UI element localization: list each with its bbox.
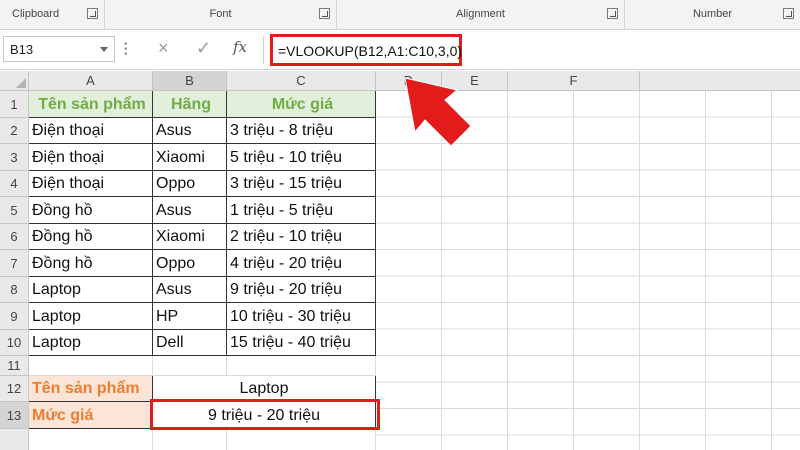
font-launcher-icon[interactable] (319, 8, 330, 19)
row-header-12[interactable]: 12 (0, 376, 29, 402)
name-box-value: B13 (10, 42, 34, 57)
number-label: Number (692, 8, 733, 20)
table-cell[interactable]: Xiaomi (153, 224, 227, 250)
table-cell[interactable]: 1 triệu - 5 triệu (227, 197, 376, 224)
table-cell[interactable]: Đồng hồ (29, 250, 153, 277)
select-all-button[interactable] (0, 71, 29, 91)
row-header-13[interactable]: 13 (0, 402, 29, 429)
table-cell[interactable]: Điện thoại (29, 171, 153, 197)
empty-cell[interactable] (227, 429, 376, 450)
row-header-1[interactable]: 1 (0, 91, 29, 118)
table-cell[interactable]: 2 triệu - 10 triệu (227, 224, 376, 250)
clipboard-label: Clipboard (12, 8, 60, 20)
red-arrow-icon (404, 77, 472, 147)
table-cell[interactable]: 4 triệu - 20 triệu (227, 250, 376, 277)
row-header-2[interactable]: 2 (0, 118, 29, 144)
column-header-f[interactable]: F (508, 71, 640, 91)
table-cell[interactable]: Asus (153, 277, 227, 303)
empty-cell[interactable] (227, 356, 376, 376)
table-cell[interactable]: 10 triệu - 30 triệu (227, 303, 376, 330)
name-box-dropdown-icon[interactable] (100, 47, 108, 52)
ribbon-group-number: Number (625, 0, 800, 30)
table-cell[interactable]: 9 triệu - 20 triệu (227, 277, 376, 303)
table-cell[interactable]: Laptop (29, 277, 153, 303)
table-cell[interactable]: 3 triệu - 15 triệu (227, 171, 376, 197)
column-header-c[interactable]: C (227, 71, 376, 91)
formula-bar: B13 • • • × ✓ fx =VLOOKUP(B12,A1:C10,3,0) (0, 30, 800, 70)
row-header-10[interactable]: 10 (0, 330, 29, 356)
ribbon-group-alignment: Alignment (337, 0, 625, 30)
table-cell[interactable]: HP (153, 303, 227, 330)
row-header-7[interactable]: 7 (0, 250, 29, 277)
ribbon-group-font: Font (105, 0, 337, 30)
table-cell[interactable]: 15 triệu - 40 triệu (227, 330, 376, 356)
row-header-6[interactable]: 6 (0, 224, 29, 250)
table-cell[interactable]: Oppo (153, 171, 227, 197)
insert-function-icon[interactable]: fx (233, 38, 247, 56)
cancel-icon[interactable]: × (158, 38, 169, 59)
font-label: Font (209, 8, 232, 20)
splitter-handle-icon[interactable]: • • • (124, 40, 128, 60)
empty-cell[interactable] (153, 429, 227, 450)
header-brand[interactable]: Hãng (153, 91, 227, 118)
formula-separator (263, 36, 264, 64)
table-cell[interactable]: Asus (153, 197, 227, 224)
lookup-product-value[interactable]: Laptop (153, 376, 376, 402)
header-product[interactable]: Tên sản phẩm (29, 91, 153, 118)
empty-cell[interactable] (29, 429, 153, 450)
table-cell[interactable]: 3 triệu - 8 triệu (227, 118, 376, 144)
enter-icon[interactable]: ✓ (196, 38, 211, 59)
table-cell[interactable]: Điện thoại (29, 118, 153, 144)
table-cell[interactable]: Asus (153, 118, 227, 144)
ribbon-group-clipboard: Clipboard (0, 0, 105, 30)
ribbon-group-labels: Clipboard Font Alignment Number (0, 0, 800, 30)
column-header-a[interactable]: A (29, 71, 153, 91)
row-header-14 (0, 429, 29, 450)
clipboard-launcher-icon[interactable] (87, 8, 98, 19)
table-cell[interactable]: 5 triệu - 10 triệu (227, 144, 376, 171)
table-cell[interactable]: Oppo (153, 250, 227, 277)
column-header-blank (640, 71, 800, 91)
table-cell[interactable]: Đồng hồ (29, 197, 153, 224)
row-header-5[interactable]: 5 (0, 197, 29, 224)
header-price[interactable]: Mức giá (227, 91, 376, 118)
name-box[interactable]: B13 (3, 36, 115, 62)
row-header-11[interactable]: 11 (0, 356, 29, 376)
lookup-product-label[interactable]: Tên sản phẩm (29, 376, 153, 402)
lookup-price-result[interactable]: 9 triệu - 20 triệu (153, 402, 376, 429)
lookup-price-label[interactable]: Mức giá (29, 402, 153, 429)
column-header-b[interactable]: B (153, 71, 227, 91)
number-launcher-icon[interactable] (783, 8, 794, 19)
table-cell[interactable]: Xiaomi (153, 144, 227, 171)
row-header-9[interactable]: 9 (0, 303, 29, 330)
formula-input[interactable]: =VLOOKUP(B12,A1:C10,3,0) (270, 34, 462, 66)
row-header-3[interactable]: 3 (0, 144, 29, 171)
alignment-launcher-icon[interactable] (607, 8, 618, 19)
empty-cell[interactable] (153, 356, 227, 376)
formula-text: =VLOOKUP(B12,A1:C10,3,0) (278, 43, 463, 59)
table-cell[interactable]: Dell (153, 330, 227, 356)
table-cell[interactable]: Laptop (29, 330, 153, 356)
table-cell[interactable]: Điện thoại (29, 144, 153, 171)
table-cell[interactable]: Laptop (29, 303, 153, 330)
row-header-4[interactable]: 4 (0, 171, 29, 197)
table-cell[interactable]: Đồng hồ (29, 224, 153, 250)
alignment-label: Alignment (456, 8, 505, 20)
empty-cell[interactable] (29, 356, 153, 376)
row-header-8[interactable]: 8 (0, 277, 29, 303)
